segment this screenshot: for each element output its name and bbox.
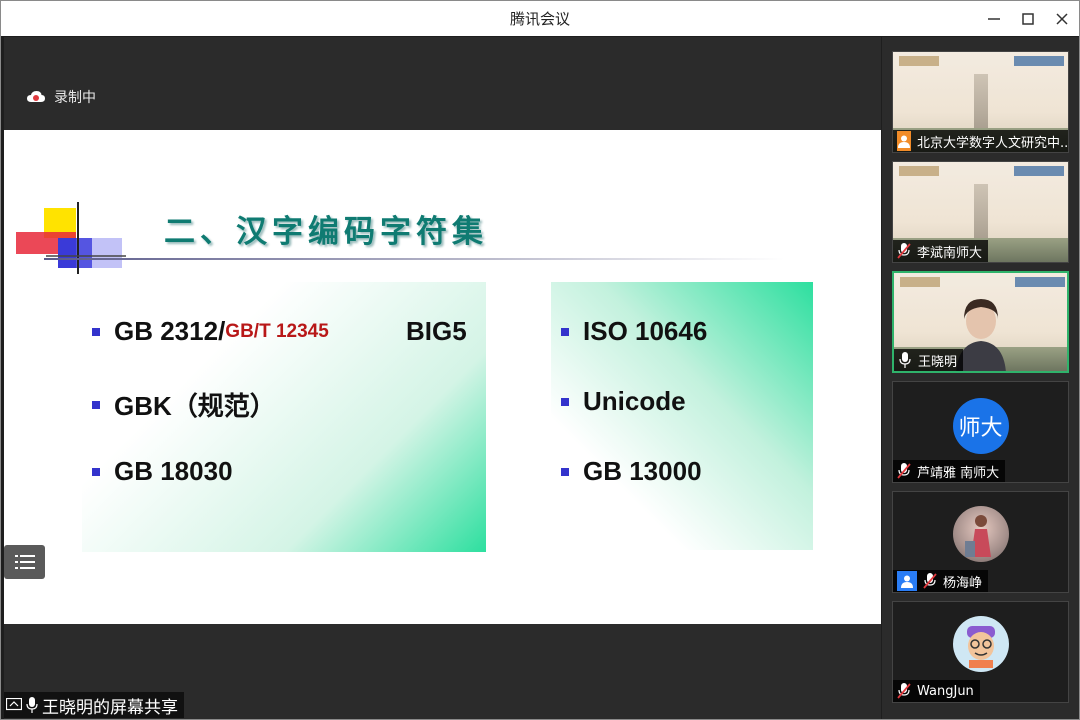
participant-name-label: 芦靖雅 南师大 [893, 460, 1006, 482]
charset-item-gb18030: GB 18030 [92, 456, 233, 487]
avatar [952, 616, 1009, 672]
avatar [952, 506, 1009, 562]
mic-icon [26, 697, 38, 713]
cloud-record-icon [27, 91, 45, 102]
recording-label: 录制中 [54, 90, 96, 106]
bullet-icon [92, 467, 100, 476]
slide-title: 二、汉字编码字符集 [164, 214, 488, 250]
maximize-icon [1022, 12, 1034, 25]
participant-name-label: 杨海峥 [893, 570, 989, 592]
charset-item-gb13000: GB 13000 [561, 456, 702, 487]
participant-name-label: 北京大学数字人文研究中... [893, 130, 1068, 152]
person-icon [897, 131, 911, 151]
app-window: 腾讯会议 录制中 二、汉字编码字符集 GB 2312/ GB/T 12345 B… [0, 0, 1080, 720]
bullet-icon [561, 467, 569, 476]
charset-item-unicode: Unicode [561, 386, 686, 417]
participant-tile[interactable]: 北京大学数字人文研究中... [892, 51, 1069, 153]
photo-figure-icon [964, 515, 991, 557]
minimize-button[interactable] [977, 1, 1011, 36]
charset-item-iso10646: ISO 10646 [561, 316, 707, 347]
bullet-icon [561, 397, 569, 406]
title-underline [44, 258, 784, 260]
participant-tile[interactable]: WangJun [892, 601, 1069, 703]
person-icon [897, 571, 917, 591]
participant-tile-active-speaker[interactable]: 王晓明 [892, 271, 1069, 373]
participant-tile[interactable]: 师大 芦靖雅 南师大 [892, 381, 1069, 483]
notes-list-button[interactable] [4, 545, 45, 579]
mic-icon [899, 352, 911, 368]
participant-name-label: 李斌南师大 [893, 240, 989, 262]
participant-name-label: WangJun [893, 680, 980, 702]
mic-muted-icon [897, 683, 911, 699]
mic-muted-icon [923, 573, 937, 589]
charset-item-gb2312: GB 2312/ GB/T 12345 [92, 316, 329, 347]
mic-muted-icon [897, 463, 911, 479]
participant-tile[interactable]: 杨海峥 [892, 491, 1069, 593]
close-icon [1056, 12, 1068, 25]
slide-decoration [16, 202, 126, 274]
presentation-slide: 二、汉字编码字符集 GB 2312/ GB/T 12345 BIG5 GBK（规… [4, 130, 881, 624]
avatar: 师大 [952, 398, 1009, 454]
mic-muted-icon [897, 243, 911, 259]
screen-share-label: 王晓明的屏幕共享 [4, 692, 184, 718]
bullet-icon [561, 327, 569, 336]
minimize-icon [988, 17, 1000, 20]
cartoon-face-icon [966, 626, 995, 668]
charset-subtext: GB/T 12345 [225, 320, 329, 342]
participant-name-label: 王晓明 [894, 349, 964, 371]
charset-item-gbk: GBK（规范） [92, 386, 276, 423]
screen-share-icon [6, 698, 22, 711]
list-icon [14, 555, 35, 569]
title-bar: 腾讯会议 [1, 1, 1079, 36]
close-button[interactable] [1045, 1, 1079, 36]
screen-share-text: 王晓明的屏幕共享 [42, 697, 178, 718]
charset-item-big5: BIG5 [406, 316, 467, 346]
participants-panel: 北京大学数字人文研究中... 李斌南师大 王晓明 师大 芦靖雅 南师大 杨海峥 … [882, 37, 1079, 719]
window-title: 腾讯会议 [509, 10, 570, 28]
bullet-icon [92, 400, 100, 409]
recording-indicator[interactable]: 录制中 [26, 87, 96, 107]
maximize-button[interactable] [1011, 1, 1045, 36]
bullet-icon [92, 327, 100, 336]
participant-tile[interactable]: 李斌南师大 [892, 161, 1069, 263]
shared-screen-area: 录制中 二、汉字编码字符集 GB 2312/ GB/T 12345 BIG5 G… [4, 37, 881, 719]
